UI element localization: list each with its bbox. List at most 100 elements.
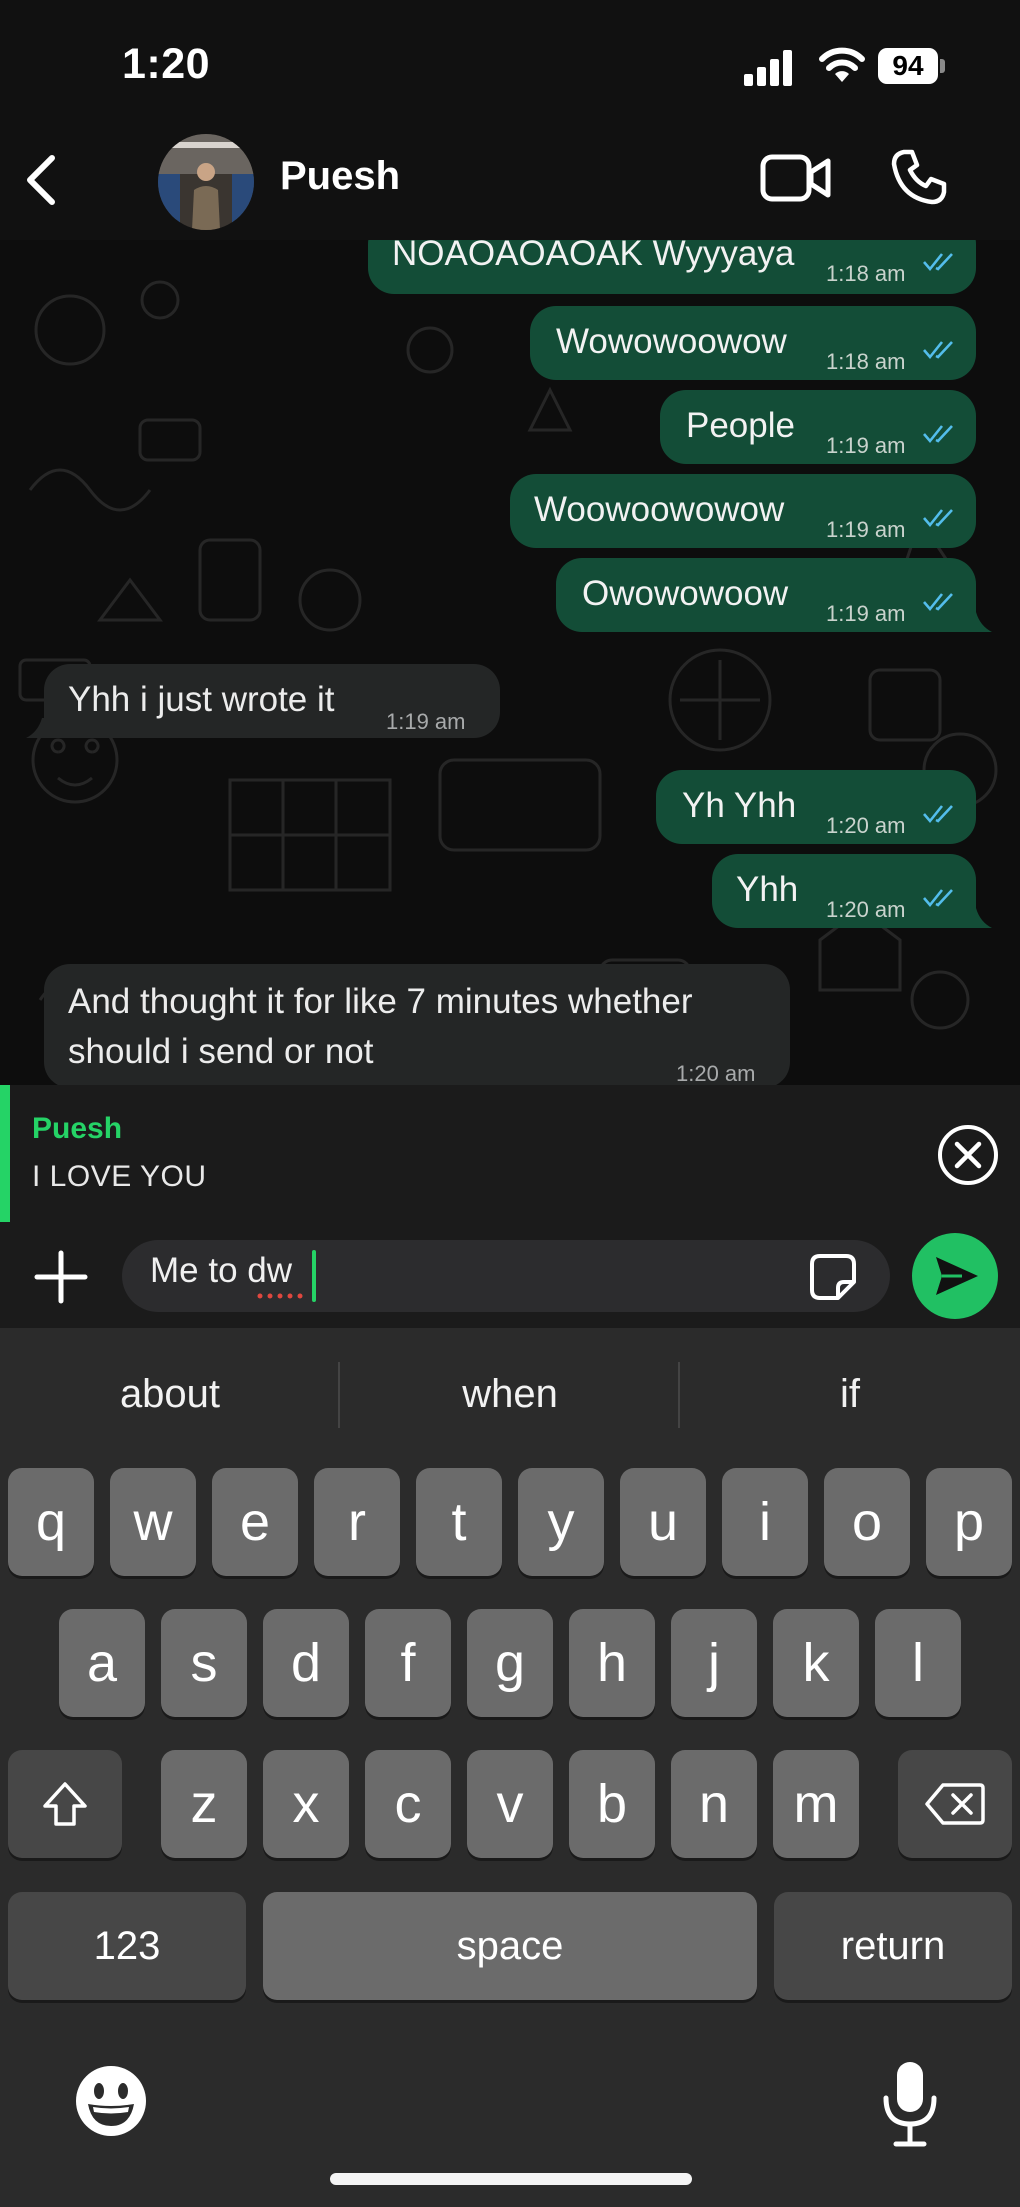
read-receipt-icon	[923, 509, 953, 528]
message-text: Yhh	[736, 870, 799, 909]
sticker-icon[interactable]	[808, 1252, 858, 1302]
key-o[interactable]: o	[824, 1468, 910, 1576]
key-z[interactable]: z	[161, 1750, 247, 1858]
suggestion-3[interactable]: if	[700, 1372, 1000, 1417]
message-bubble-outgoing[interactable]: People 1:19 am	[660, 390, 976, 464]
reply-accent-bar	[0, 1085, 10, 1222]
backspace-icon	[925, 1783, 985, 1825]
key-j[interactable]: j	[671, 1609, 757, 1717]
send-icon	[936, 1257, 978, 1295]
back-chevron-icon[interactable]	[22, 154, 58, 206]
message-time: 1:19 am	[826, 601, 906, 626]
message-bubble-outgoing[interactable]: NOAOAOAOAK Wyyyaya 1:18 am	[368, 240, 976, 294]
shift-icon	[43, 1782, 87, 1826]
read-receipt-icon	[923, 341, 953, 360]
message-text: Woowoowowow	[534, 490, 785, 529]
message-text: Owowowoow	[582, 574, 789, 613]
message-bubble-outgoing[interactable]: Woowoowowow 1:19 am	[510, 474, 976, 548]
message-text-line-1: And thought it for like 7 minutes whethe…	[68, 982, 693, 1021]
message-bubble-outgoing[interactable]: Yh Yhh 1:20 am	[656, 770, 976, 844]
emoji-icon[interactable]	[74, 2064, 148, 2138]
suggestion-divider	[678, 1362, 680, 1428]
key-s[interactable]: s	[161, 1609, 247, 1717]
key-y[interactable]: y	[518, 1468, 604, 1576]
message-text: Yhh i just wrote it	[68, 680, 335, 719]
message-text: NOAOAOAOAK Wyyyaya	[392, 240, 795, 273]
message-time: 1:18 am	[826, 261, 906, 286]
message-input-text: Me to dw	[150, 1251, 292, 1290]
read-receipt-icon	[923, 593, 953, 612]
key-h[interactable]: h	[569, 1609, 655, 1717]
key-r[interactable]: r	[314, 1468, 400, 1576]
message-time: 1:19 am	[386, 709, 466, 734]
message-time: 1:19 am	[826, 433, 906, 458]
bubble-tail	[26, 718, 52, 738]
attach-plus-icon[interactable]	[34, 1250, 88, 1304]
message-time: 1:20 am	[826, 813, 906, 838]
message-text: People	[686, 406, 795, 445]
numbers-key[interactable]: 123	[8, 1892, 246, 2000]
backspace-key[interactable]	[898, 1750, 1012, 1858]
key-b[interactable]: b	[569, 1750, 655, 1858]
cellular-signal-icon	[744, 50, 792, 86]
shift-key[interactable]	[8, 1750, 122, 1858]
message-bubble-outgoing[interactable]: Yhh 1:20 am	[712, 854, 976, 928]
suggestion-2[interactable]: when	[360, 1372, 660, 1417]
suggestion-1[interactable]: about	[20, 1372, 320, 1417]
bubble-tail	[966, 612, 992, 632]
key-d[interactable]: d	[263, 1609, 349, 1717]
key-e[interactable]: e	[212, 1468, 298, 1576]
microphone-icon[interactable]	[880, 2060, 940, 2148]
message-bubble-incoming[interactable]: Yhh i just wrote it 1:19 am	[44, 664, 500, 738]
phone-call-icon[interactable]	[890, 148, 948, 206]
battery-icon: 94	[878, 48, 948, 84]
key-w[interactable]: w	[110, 1468, 196, 1576]
text-cursor	[312, 1250, 316, 1302]
chat-header	[0, 130, 1020, 240]
close-reply-icon[interactable]	[937, 1124, 999, 1186]
suggestion-divider	[338, 1362, 340, 1428]
message-bubble-outgoing[interactable]: Owowowoow 1:19 am	[556, 558, 976, 632]
message-time: 1:19 am	[826, 517, 906, 542]
message-bubble-outgoing[interactable]: Wowowoowow 1:18 am	[530, 306, 976, 380]
chat-message-list[interactable]: NOAOAOAOAK Wyyyaya 1:18 am Wowowoowow 1:…	[0, 240, 1020, 1085]
key-u[interactable]: u	[620, 1468, 706, 1576]
key-m[interactable]: m	[773, 1750, 859, 1858]
home-indicator	[330, 2173, 692, 2185]
message-text: Wowowoowow	[556, 322, 787, 361]
key-c[interactable]: c	[365, 1750, 451, 1858]
contact-avatar[interactable]	[158, 134, 254, 230]
battery-level: 94	[892, 50, 924, 81]
reply-sender-name: Puesh	[32, 1112, 123, 1145]
key-v[interactable]: v	[467, 1750, 553, 1858]
key-q[interactable]: q	[8, 1468, 94, 1576]
contact-name[interactable]: Puesh	[280, 154, 400, 199]
read-receipt-icon	[923, 425, 953, 444]
read-receipt-icon	[923, 889, 953, 908]
key-f[interactable]: f	[365, 1609, 451, 1717]
key-n[interactable]: n	[671, 1750, 757, 1858]
bubble-tail	[966, 908, 992, 928]
key-g[interactable]: g	[467, 1609, 553, 1717]
key-x[interactable]: x	[263, 1750, 349, 1858]
key-i[interactable]: i	[722, 1468, 808, 1576]
key-p[interactable]: p	[926, 1468, 1012, 1576]
read-receipt-icon	[923, 805, 953, 824]
spellcheck-underline	[257, 1293, 303, 1299]
message-text-line-2: should i send or not	[68, 1032, 374, 1071]
status-time: 1:20	[122, 40, 211, 88]
reply-quoted-text: I LOVE YOU	[32, 1160, 207, 1193]
key-l[interactable]: l	[875, 1609, 961, 1717]
message-text: Yh Yhh	[682, 786, 797, 825]
send-button[interactable]	[912, 1233, 998, 1319]
message-time: 1:18 am	[826, 349, 906, 374]
key-k[interactable]: k	[773, 1609, 859, 1717]
video-call-icon[interactable]	[760, 152, 832, 204]
wifi-icon	[819, 47, 865, 82]
key-a[interactable]: a	[59, 1609, 145, 1717]
key-t[interactable]: t	[416, 1468, 502, 1576]
message-bubble-incoming[interactable]: And thought it for like 7 minutes whethe…	[44, 964, 790, 1085]
message-time: 1:20 am	[676, 1061, 756, 1085]
return-key[interactable]: return	[774, 1892, 1012, 2000]
space-key[interactable]: space	[263, 1892, 757, 2000]
